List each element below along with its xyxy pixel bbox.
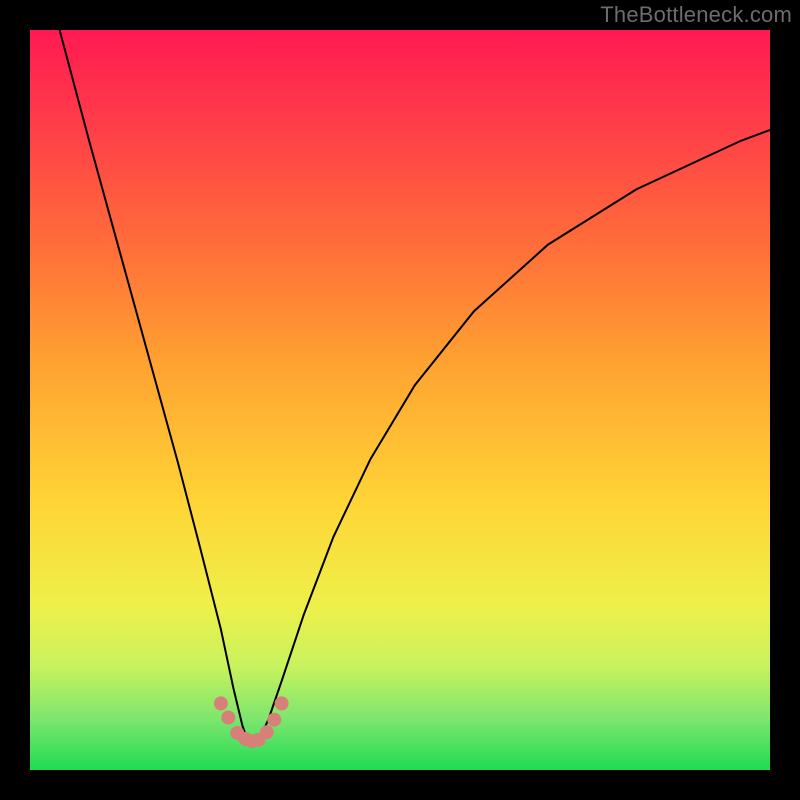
- chart-svg: [30, 30, 770, 770]
- bottleneck-curve: [60, 30, 770, 740]
- curve-marker: [267, 713, 281, 727]
- curve-marker: [221, 711, 235, 725]
- curve-markers: [214, 696, 289, 748]
- curve-marker: [275, 696, 289, 710]
- curve-marker: [214, 696, 228, 710]
- attribution-text: TheBottleneck.com: [600, 2, 792, 28]
- chart-container: TheBottleneck.com: [0, 0, 800, 800]
- plot-area: [30, 30, 770, 770]
- curve-marker: [260, 725, 274, 739]
